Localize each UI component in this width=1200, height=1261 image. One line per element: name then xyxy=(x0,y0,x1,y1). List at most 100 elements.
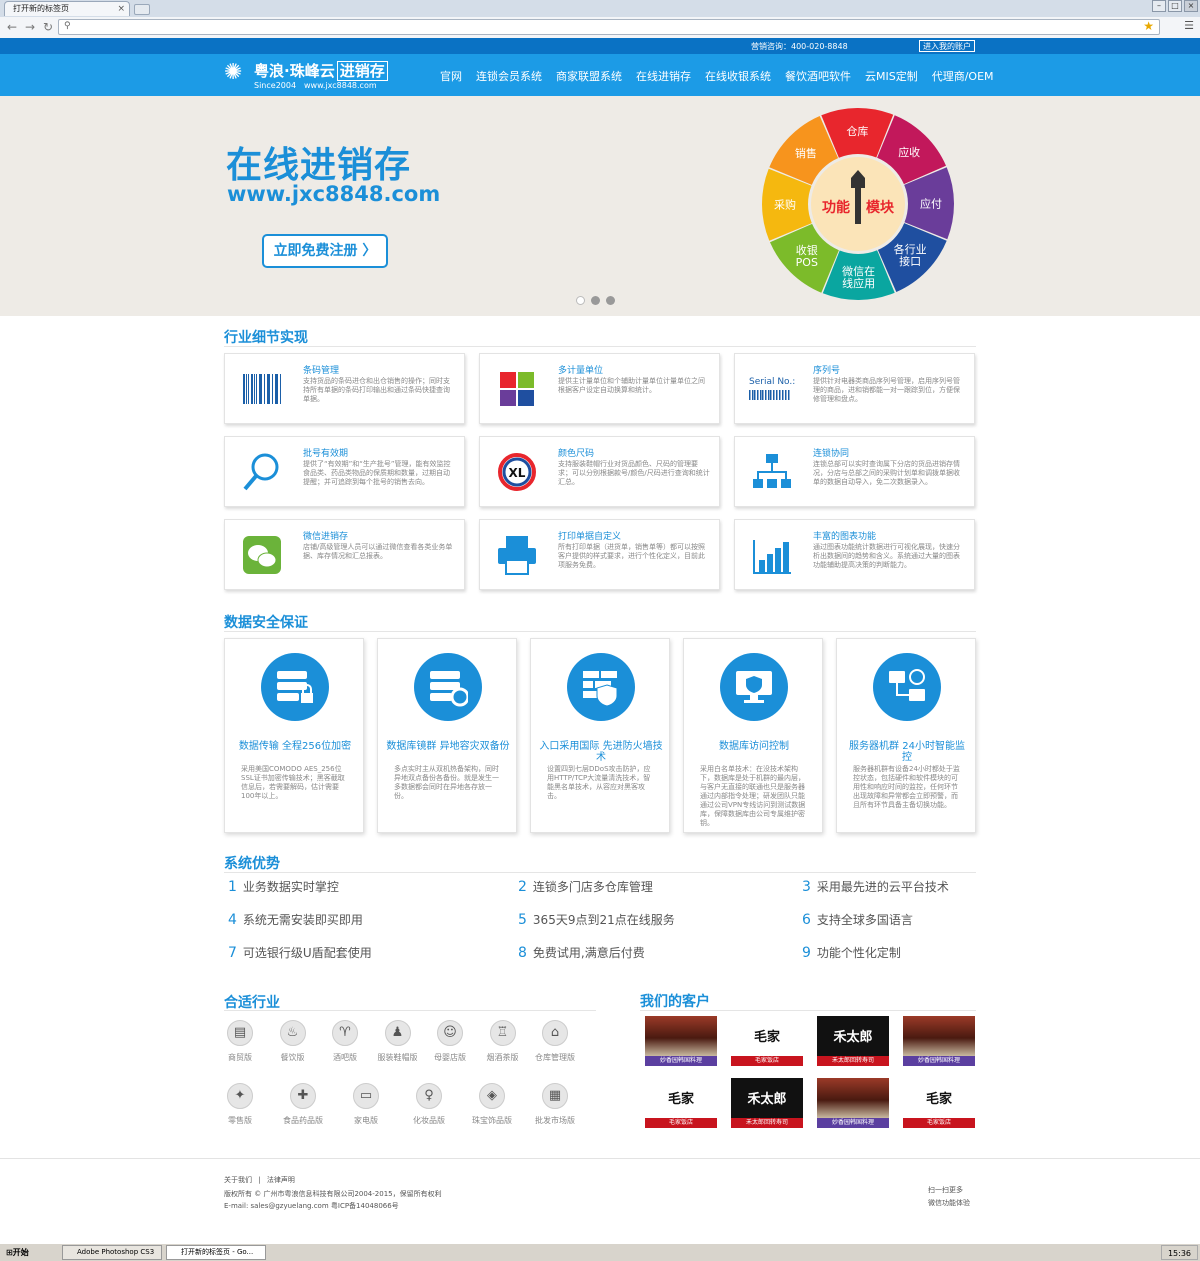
industry-item[interactable]: ♀ 化妆品版 xyxy=(403,1083,455,1126)
security-card[interactable]: 数据传输 全程256位加密 采用美国COMODO AES_256位SSL证书加密传… xyxy=(224,638,364,833)
section-divider xyxy=(224,872,976,873)
forward-icon[interactable]: → xyxy=(22,19,38,35)
svg-text:Serial No.:: Serial No.: xyxy=(749,377,795,387)
feature-card[interactable]: 丰富的图表功能 通过图表功能统计数据进行可视化展现，快速分析出数据间的趋势和含义。… xyxy=(734,519,975,590)
customer-logo[interactable]: 妙香园韩国料理 xyxy=(817,1078,889,1128)
customer-logo[interactable]: 毛家 毛家饭店 xyxy=(903,1078,975,1128)
banner-url: www.jxc8848.com xyxy=(227,182,441,206)
reload-icon[interactable]: ↻ xyxy=(40,19,56,35)
industry-label: 服装鞋帽版 xyxy=(377,1053,418,1062)
advantage-text: 支持全球多国语言 xyxy=(816,913,913,927)
customer-logo[interactable]: 妙香园韩国料理 xyxy=(645,1016,717,1066)
function-modules-wheel: 销售 仓库应收应付各行业接口微信在线应用 收银POS 采购 功能 模块 xyxy=(762,108,954,300)
industry-item[interactable]: ♈ 酒吧版 xyxy=(319,1020,371,1063)
customer-caption: 禾太郎回转寿司 xyxy=(731,1118,803,1128)
feature-card[interactable]: 批号有效期 提供了“有效期”和“生产批号”管理，能有效监控食品类、药品类物品的保质… xyxy=(224,436,465,507)
nav-item-1[interactable]: 官网 xyxy=(440,68,462,84)
security-card[interactable]: 数据库镜群 异地容灾双备份 多点实时主从双机热备架构，同时异地双点备份各备份。就是… xyxy=(377,638,517,833)
industry-item[interactable]: ⌂ 仓库管理版 xyxy=(529,1020,581,1063)
advantage-item: 6 支持全球多国语言 xyxy=(802,911,913,928)
nav-item-2[interactable]: 连锁会员系统 xyxy=(476,68,542,84)
feature-card[interactable]: 条码管理 支持货品的条码进仓和出仓销售的操作；同时支持所有单据的条码打印输出和通过… xyxy=(224,353,465,424)
industry-label: 家电版 xyxy=(354,1116,378,1125)
slider-dot[interactable] xyxy=(606,296,615,305)
industry-item[interactable]: ☺ 母婴店版 xyxy=(424,1020,476,1063)
security-card[interactable]: 入口采用国际 先进防火墙技术 设置四到七层DDoS攻击防护，应用HTTP/TCP大… xyxy=(530,638,670,833)
customer-caption: 妙香园韩国料理 xyxy=(645,1056,717,1066)
feature-card[interactable]: 微信进销存 店铺/高级管理人员可以通过微信查看各类业务单据、库存情况和汇总报表。 xyxy=(224,519,465,590)
security-title: 数据安全保证 xyxy=(224,615,308,631)
hotline-text: 营销咨询：400-020-8848 xyxy=(751,42,848,51)
industry-label: 商贸版 xyxy=(228,1053,252,1062)
security-card[interactable]: 服务器机群 24小时智能监控 服务器机群有设备24小时都处于监控状态，包括硬件和软… xyxy=(836,638,976,833)
security-card[interactable]: 数据库访问控制 采用白名单技术：在没技术架构下，数据库是处于机群的最内层，与客户无… xyxy=(683,638,823,833)
feature-card[interactable]: XL 颜色尺码 支持服装鞋帽行业对货品颜色、尺码的管理要求；可以分别根据款号/颜色/… xyxy=(479,436,720,507)
customer-logo[interactable]: 毛家 毛家饭店 xyxy=(645,1078,717,1128)
nav-item-7[interactable]: 云MIS定制 xyxy=(865,68,918,84)
close-window-button[interactable]: × xyxy=(1184,0,1198,12)
nav-item-8[interactable]: 代理商/OEM xyxy=(932,68,994,84)
wheel-segment-label: 接口 xyxy=(899,255,921,268)
industry-item[interactable]: ◈ 珠宝饰品版 xyxy=(466,1083,518,1126)
nav-item-3[interactable]: 商家联盟系统 xyxy=(556,68,622,84)
feature-desc: 提供针对电器类商品序列号管理，启用序列号管理的商品，进和销都能一对一跟踪到位，方… xyxy=(813,377,960,403)
nav-item-4[interactable]: 在线进销存 xyxy=(636,68,691,84)
industries-title: 合适行业 xyxy=(224,995,280,1011)
back-icon[interactable]: ← xyxy=(4,19,20,35)
customer-logo[interactable]: 毛家 毛家饭店 xyxy=(731,1016,803,1066)
new-tab-button[interactable] xyxy=(134,4,150,15)
slider-dot[interactable] xyxy=(576,296,585,305)
nav-item-5[interactable]: 在线收银系统 xyxy=(705,68,771,84)
customer-brand-mark: 毛家 xyxy=(667,1092,694,1107)
site-logo[interactable]: ✺ 粤浪·珠峰云 进销存 Since2004 www.jxc8848.com xyxy=(224,58,404,92)
menu-icon[interactable]: ☰ xyxy=(1184,19,1194,32)
customer-logo[interactable]: 禾太郎 禾太郎回转寿司 xyxy=(731,1078,803,1128)
customer-logo[interactable]: 禾太郎 禾太郎回转寿司 xyxy=(817,1016,889,1066)
address-bar[interactable]: ⚲ ★ xyxy=(58,19,1160,35)
feature-card[interactable]: 连锁协同 连锁总部可以实时查询属下分店的货品进销存情况，分店与总部之间的采购计划单… xyxy=(734,436,975,507)
start-button[interactable]: ⊞开始 xyxy=(2,1245,33,1260)
maximize-button[interactable]: □ xyxy=(1168,0,1182,12)
feature-title: 批号有效期 xyxy=(303,449,349,459)
industry-item[interactable]: ✦ 零售版 xyxy=(214,1083,266,1126)
industry-item[interactable]: ▭ 家电版 xyxy=(340,1083,392,1126)
browser-chrome: 打开新的标签页 × – □ × ← → ↻ ⚲ ★ ☰ xyxy=(0,0,1200,38)
feature-card[interactable]: 多计量单位 提供主计量单位和个辅助计量单位计量单位之间根据客户设定自动换算和统计。 xyxy=(479,353,720,424)
industry-item[interactable]: ♟ 服装鞋帽版 xyxy=(372,1020,424,1063)
slider-dot[interactable] xyxy=(591,296,600,305)
nav-item-6[interactable]: 餐饮酒吧软件 xyxy=(785,68,851,84)
industry-item[interactable]: ▦ 批发市场版 xyxy=(529,1083,581,1126)
customer-logo[interactable]: 妙香园韩国料理 xyxy=(903,1016,975,1066)
footer-link-about[interactable]: 关于我们 xyxy=(224,1176,252,1184)
feature-card[interactable]: Serial No.: 序列号 提供针对电器类商品序列号管理，启用序列号管理的商品，… xyxy=(734,353,975,424)
minimize-button[interactable]: – xyxy=(1152,0,1166,12)
industry-item[interactable]: ▤ 商贸版 xyxy=(214,1020,266,1063)
advantage-item: 9 功能个性化定制 xyxy=(802,944,901,961)
advantage-text: 业务数据实时掌控 xyxy=(242,880,339,894)
industry-item[interactable]: ♖ 烟酒茶版 xyxy=(477,1020,529,1063)
account-login-button[interactable]: 进入我的账户 xyxy=(919,40,975,52)
cart-icon: ▤ xyxy=(227,1020,253,1046)
bookmark-star-icon[interactable]: ★ xyxy=(1143,19,1154,33)
candy-icon: ✦ xyxy=(227,1083,253,1109)
browser-tab[interactable]: 打开新的标签页 × xyxy=(4,1,130,16)
industry-label: 餐饮版 xyxy=(280,1053,305,1062)
logo-since: Since2004 xyxy=(254,81,297,90)
slider-dots xyxy=(576,296,615,305)
wheel-segment-label: 微信在 xyxy=(842,264,875,278)
advantage-number: 4 xyxy=(228,912,237,928)
industry-item[interactable]: ✚ 食品药品版 xyxy=(277,1083,329,1126)
footer-link-legal[interactable]: 法律声明 xyxy=(267,1176,295,1184)
tab-close-icon[interactable]: × xyxy=(117,2,125,16)
industry-item[interactable]: ♨ 餐饮版 xyxy=(267,1020,319,1063)
feature-title: 连锁协同 xyxy=(813,449,850,459)
cosmetics-icon: ♀ xyxy=(416,1083,442,1109)
register-button[interactable]: 立即免费注册 〉 xyxy=(262,234,388,268)
taskbar-item-browser[interactable]: 打开新的标签页 - Go... xyxy=(166,1245,266,1260)
feature-desc: 所有打印单据（进货单，销售单等）都可以按照客户提供的样式要求，进行个性化定义，目… xyxy=(558,543,705,569)
feature-card[interactable]: 打印单据自定义 所有打印单据（进货单，销售单等）都可以按照客户提供的样式要求，进行… xyxy=(479,519,720,590)
taskbar-item-photoshop[interactable]: Adobe Photoshop CS3 xyxy=(62,1245,162,1260)
feature-title: 颜色尺码 xyxy=(558,449,595,459)
security-desc: 设置四到七层DDoS攻击防护，应用HTTP/TCP大流量清洗技术，智能黑名单技术… xyxy=(547,765,651,800)
logo-name: 粤浪·珠峰云 进销存 xyxy=(254,60,388,81)
